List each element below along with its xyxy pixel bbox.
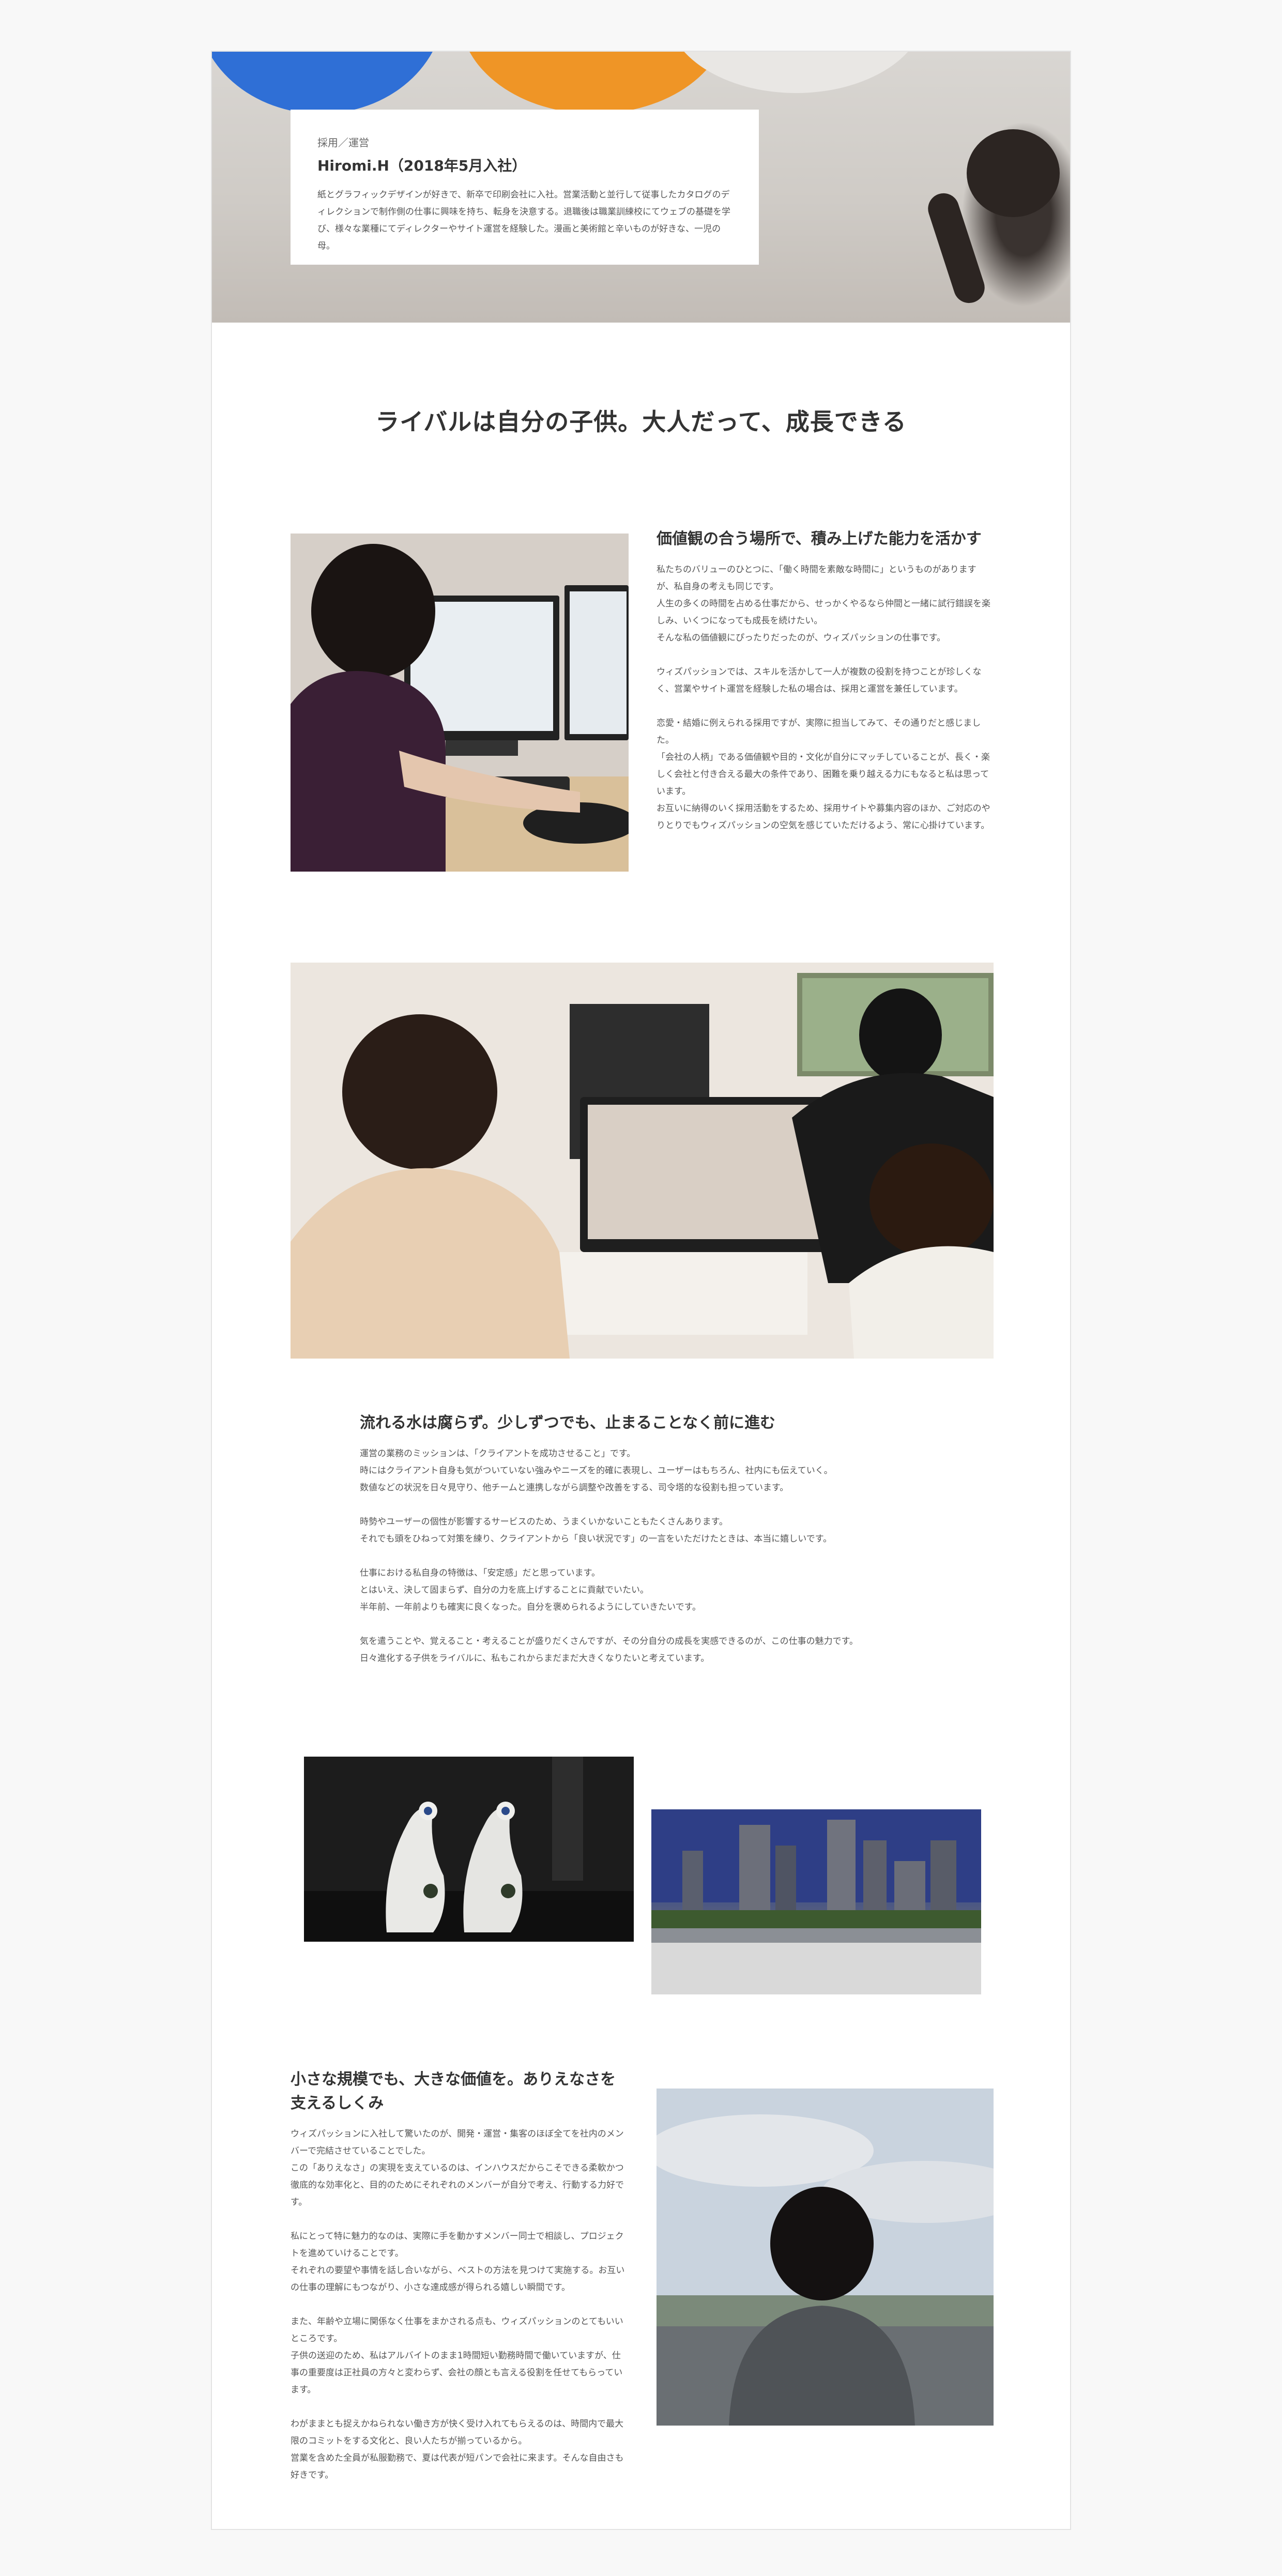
- section-scale-paragraph-2: 私にとって特に魅力的なのは、実際に手を動かすメンバー同士で相談し、プロジェクトを…: [291, 2231, 625, 2293]
- team-meeting-illustration: [291, 963, 994, 1359]
- section-values-paragraph-1: 私たちのバリューのひとつに、「働く時間を素敵な時間に」というものがありますが、私…: [657, 565, 990, 643]
- white-balloon: [667, 52, 925, 93]
- person-from-behind-illustration: [657, 2089, 994, 2426]
- section-progress-paragraph-2: 時勢やユーザーの個性が影響するサービスのため、うまくいかないこともたくさんありま…: [360, 1517, 832, 1544]
- section-progress-paragraph-4: 気を遣うことや、覚えること・考えることが盛りだくさんですが、その分自分の成長を実…: [360, 1636, 858, 1664]
- team-meeting-photo: [291, 963, 994, 1359]
- person-at-monitors-illustration: [291, 534, 629, 872]
- section-scale: 小さな規模でも、大きな価値を。ありえなさを支えるしくみ ウィズパッションに入社し…: [291, 2068, 628, 2484]
- section-values-heading: 価値観の合う場所で、積み上げた能力を活かす: [657, 530, 982, 548]
- blue-balloon: [212, 52, 445, 114]
- hero-image: 採用／運営 Hiromi.H（2018年5月入社） 紙とグラフィックデザインが好…: [212, 52, 1070, 323]
- section-values-paragraph-3: 恋愛・結婚に例えられる採用ですが、実際に担当してみて、その通りだと感じました。 …: [657, 718, 990, 831]
- page-title: ライバルは自分の子供。大人だって、成長できる: [375, 408, 907, 436]
- section-scale-paragraph-4: わがままとも捉えかねられない働き方が快く受け入れてもらえるのは、時間内で最大限の…: [291, 2419, 624, 2480]
- section-progress: 流れる水は腐らず。少しずつでも、止まることなく前に進む 運営の業務のミッションは…: [360, 1411, 928, 1667]
- person-at-monitors-photo: [291, 534, 629, 872]
- section-progress-heading: 流れる水は腐らず。少しずつでも、止まることなく前に進む: [360, 1414, 775, 1432]
- profile-card: 採用／運営 Hiromi.H（2018年5月入社） 紙とグラフィックデザインが好…: [291, 110, 759, 265]
- person-from-behind-photo: [657, 2089, 994, 2426]
- section-values: 価値観の合う場所で、積み上げた能力を活かす 私たちのバリューのひとつに、「働く時…: [657, 527, 994, 834]
- profile-name: Hiromi.H（2018年5月入社）: [317, 157, 527, 174]
- section-progress-paragraph-3: 仕事における私自身の特徴は、「安定感」だと思っています。 とはいえ、決して固まら…: [360, 1568, 701, 1612]
- section-values-paragraph-2: ウィズパッションでは、スキルを活かして一人が複数の役割を持つことが珍しくなく、営…: [657, 667, 982, 694]
- profile-role: 採用／運営: [317, 136, 369, 149]
- section-progress-paragraph-1: 運営の業務のミッションは、「クライアントを成功させること」です。 時にはクライア…: [360, 1449, 833, 1493]
- profile-bio: 紙とグラフィックデザインが好きで、新卒で印刷会社に入社。営業活動と並行して従事し…: [317, 190, 730, 251]
- shadow-head: [967, 129, 1060, 217]
- section-scale-heading: 小さな規模でも、大きな価値を。ありえなさを支えるしくみ: [291, 2070, 616, 2112]
- ceramic-figures-illustration: [304, 1757, 634, 1942]
- section-scale-paragraph-1: ウィズパッションに入社して驚いたのが、開発・運営・集客のほぼ全てを社内のメンバー…: [291, 2129, 624, 2207]
- ceramic-figures-photo: [304, 1757, 634, 1942]
- city-night-view-illustration: [651, 1809, 981, 1994]
- city-night-view-photo: [651, 1809, 981, 1994]
- section-scale-paragraph-3: また、年齢や立場に関係なく仕事をまかされる点も、ウィズパッションのとてもいいとこ…: [291, 2316, 623, 2395]
- content-card: 採用／運営 Hiromi.H（2018年5月入社） 紙とグラフィックデザインが好…: [211, 51, 1071, 2530]
- orange-balloon: [460, 52, 729, 114]
